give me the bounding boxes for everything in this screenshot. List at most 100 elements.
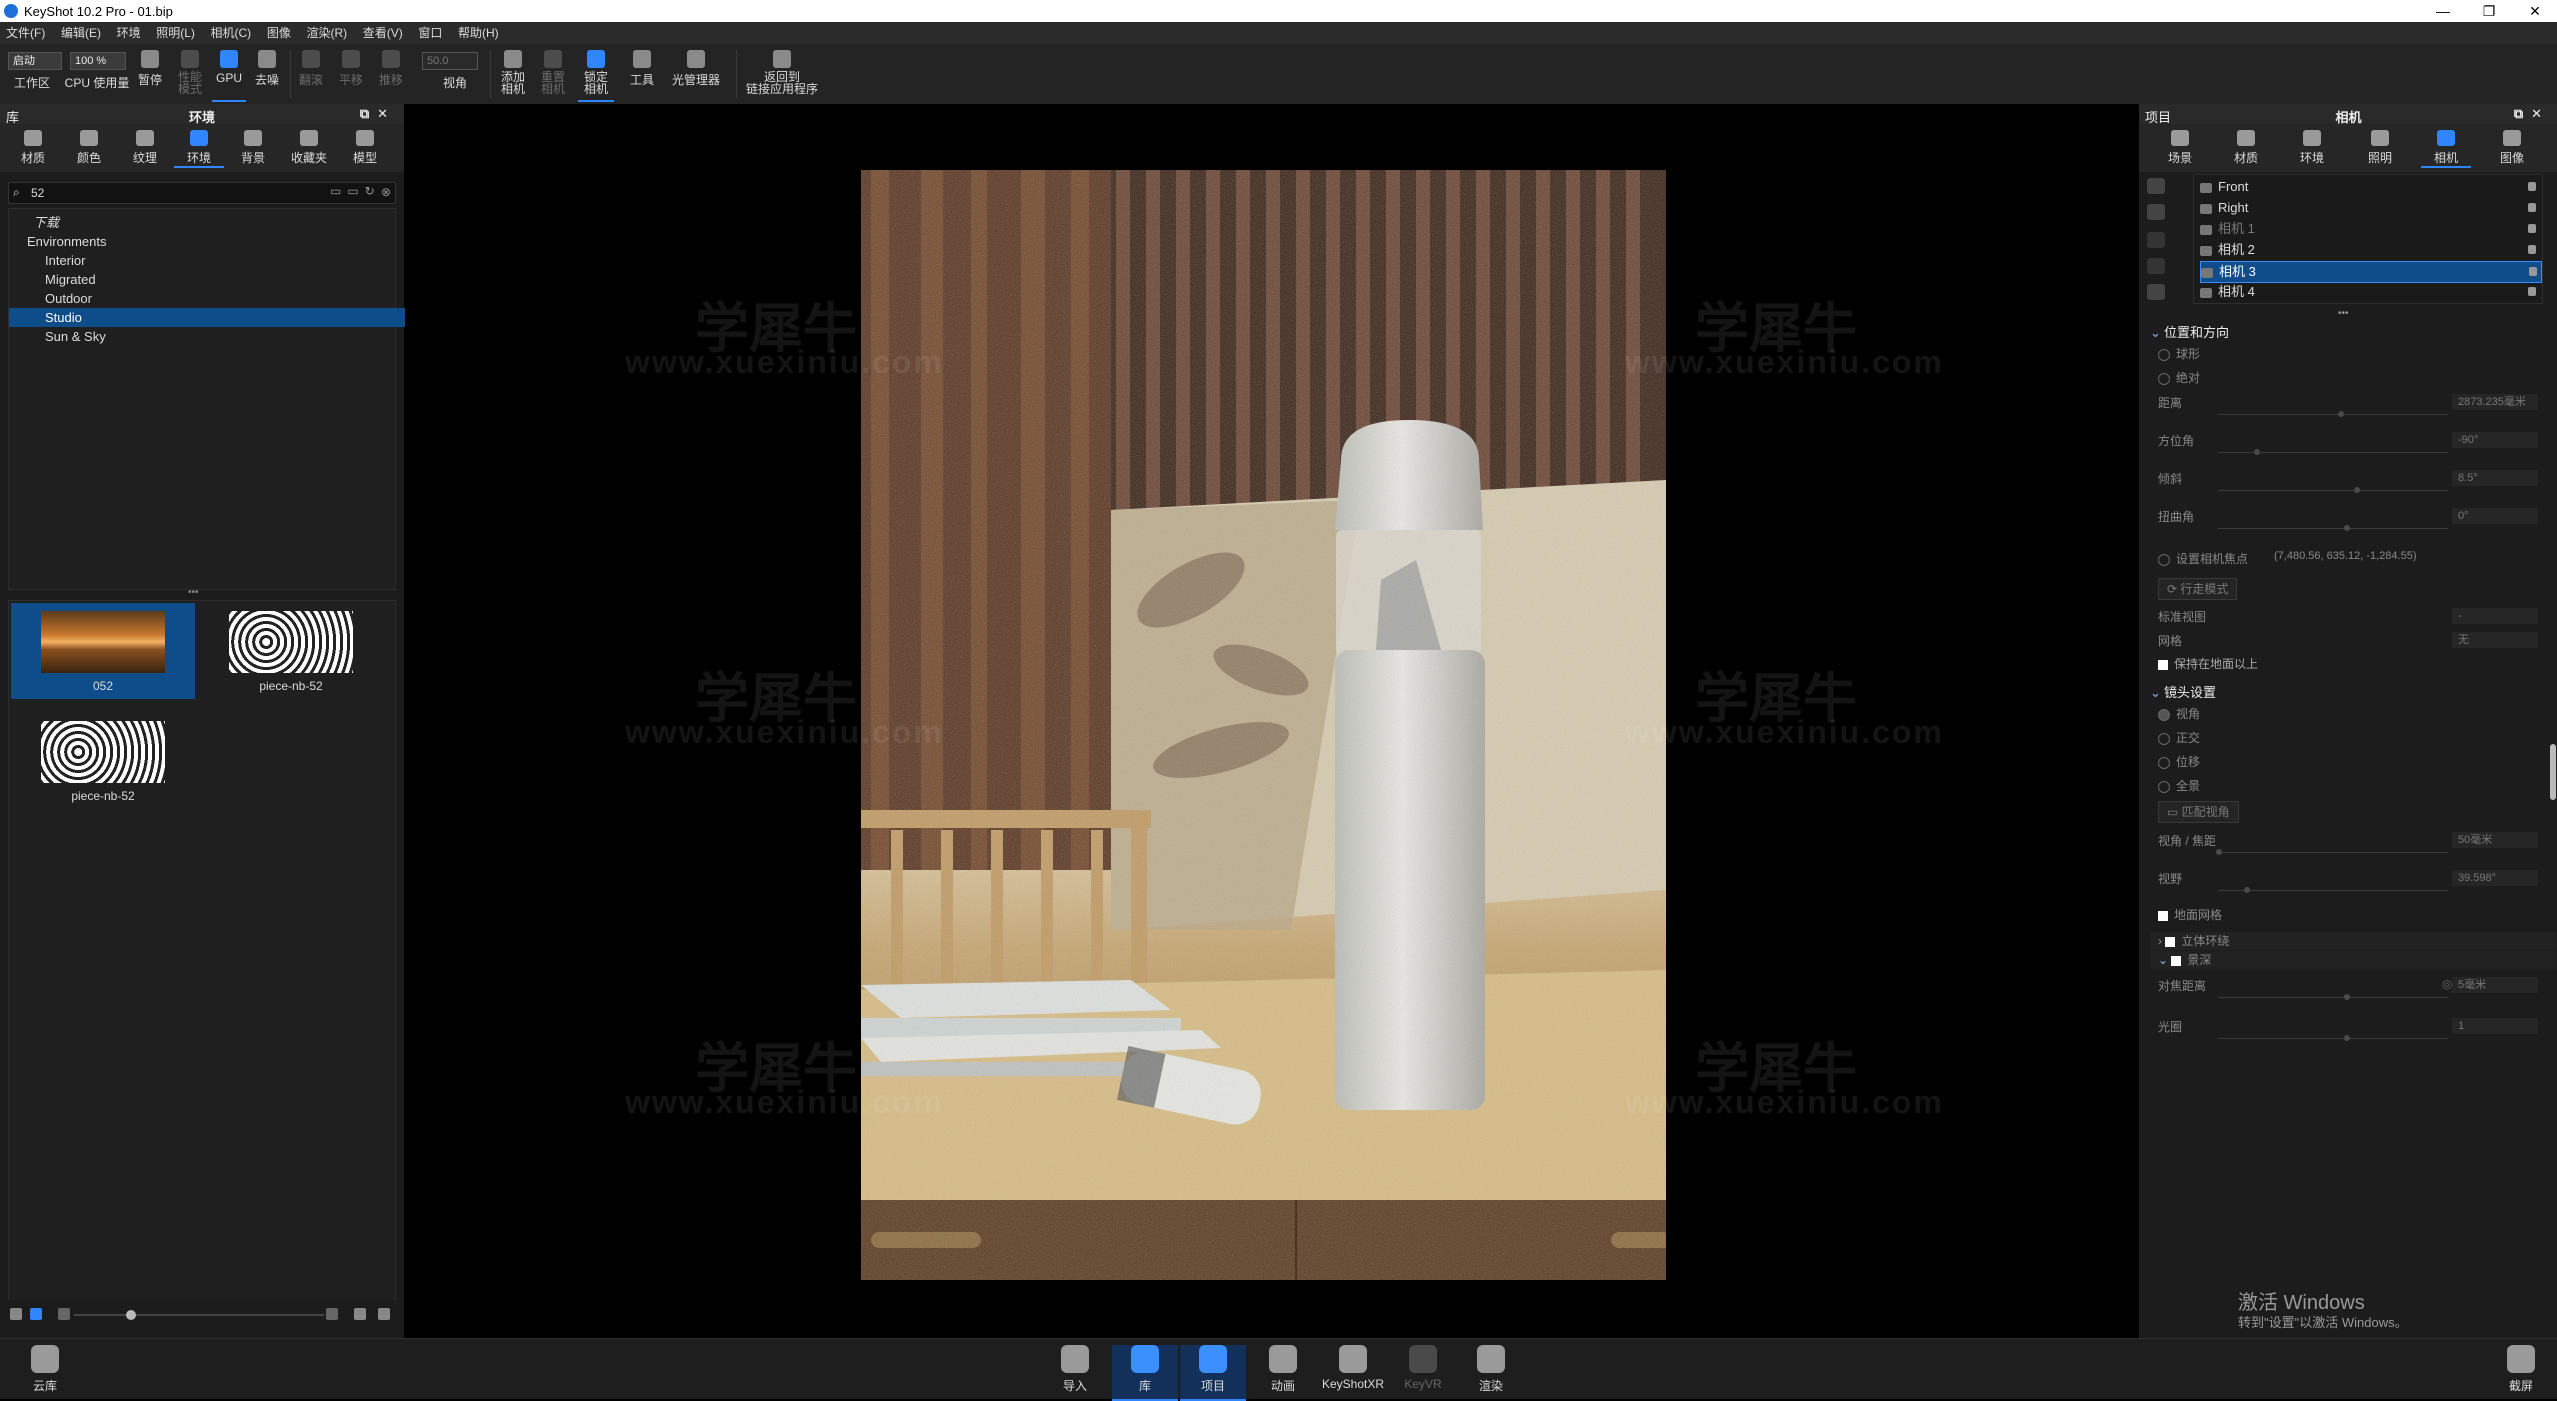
tab-image[interactable]: 图像 (2487, 128, 2537, 166)
light-manager-button[interactable]: 光管理器 (666, 48, 726, 100)
pan-button[interactable]: 平移 (334, 48, 368, 100)
maximize-button[interactable]: ❐ (2466, 0, 2512, 22)
camera-delete-icon[interactable] (2147, 232, 2165, 248)
aperture-field[interactable]: 1 (2452, 1018, 2538, 1034)
tree-node-interior[interactable]: Interior (9, 251, 431, 270)
slider-knob[interactable] (2344, 994, 2350, 1000)
gpu-button[interactable]: GPU (212, 48, 246, 102)
tree-node-environments[interactable]: Environments (9, 232, 413, 251)
zoom-out-icon[interactable] (58, 1308, 70, 1320)
thumbnail-piece-nb-52[interactable]: piece-nb-52 (11, 713, 195, 809)
camera-item-3[interactable]: 相机 3 (2200, 261, 2542, 283)
walk-mode-button[interactable]: ⟳ 行走模式 (2158, 578, 2238, 600)
camera-item-front[interactable]: Front (2200, 177, 2540, 197)
slider-knob[interactable] (2216, 849, 2222, 855)
distance-field[interactable]: 2873.235毫米 (2452, 394, 2538, 410)
tab-materials[interactable]: 材质 (8, 128, 58, 166)
slider-knob[interactable] (2338, 411, 2344, 417)
tab-colors[interactable]: 颜色 (64, 128, 114, 166)
tools-button[interactable]: 工具 (624, 48, 660, 100)
focal-length-field[interactable]: 50毫米 (2452, 832, 2538, 848)
menu-render[interactable]: 渲染(R) (300, 22, 353, 44)
azimuth-slider[interactable] (2218, 452, 2448, 453)
cpu-usage-select[interactable]: 100 % (70, 52, 126, 70)
tab-materials[interactable]: 材质 (2221, 128, 2271, 166)
keyvr-button[interactable]: KeyVR (1390, 1345, 1456, 1391)
menu-lighting[interactable]: 照明(L) (150, 22, 201, 44)
slider-knob[interactable] (126, 1310, 136, 1320)
tab-backgrounds[interactable]: 背景 (228, 128, 278, 166)
azimuth-field[interactable]: -90° (2452, 432, 2538, 448)
thumbnail-size-slider[interactable] (74, 1310, 324, 1320)
field-of-view-slider[interactable] (2218, 890, 2448, 891)
radio-panoramic[interactable]: 全景 (2158, 777, 2548, 795)
radio-orthographic[interactable]: 正交 (2158, 729, 2548, 747)
radio-icon[interactable] (2158, 553, 2170, 566)
camera-item-2[interactable]: 相机 2 (2200, 240, 2540, 260)
upload-icon[interactable] (354, 1308, 366, 1320)
distance-slider[interactable] (2218, 414, 2448, 415)
tab-scene[interactable]: 场景 (2155, 128, 2205, 166)
focus-distance-field[interactable]: 5毫米 (2452, 977, 2538, 993)
tree-node-sun-sky[interactable]: Sun & Sky (9, 327, 431, 346)
slider-knob[interactable] (2244, 887, 2250, 893)
lock-icon[interactable] (2528, 224, 2536, 233)
radio-shift[interactable]: 位移 (2158, 753, 2548, 771)
lock-camera-button[interactable]: 锁定 相机 (578, 48, 614, 102)
panel-scrollbar[interactable] (2550, 744, 2556, 800)
menu-camera[interactable]: 相机(C) (205, 22, 258, 44)
zoom-in-icon[interactable] (326, 1308, 338, 1320)
keep-above-ground-checkbox[interactable]: 保持在地面以上 (2158, 655, 2548, 673)
tree-node-studio[interactable]: Studio (9, 308, 431, 327)
return-to-linked-app-button[interactable]: 返回到 链接应用程序 (742, 48, 822, 100)
lock-icon[interactable] (2529, 267, 2537, 276)
tab-environments[interactable]: 环境 (174, 128, 224, 168)
minimize-button[interactable]: — (2420, 0, 2466, 22)
menu-file[interactable]: 文件(F) (0, 22, 51, 44)
thumbnail-052[interactable]: 052 (11, 603, 195, 699)
denoise-button[interactable]: 去噪 (250, 48, 284, 100)
tree-node-outdoor[interactable]: Outdoor (9, 289, 431, 308)
slider-knob[interactable] (2344, 1035, 2350, 1041)
render-button[interactable]: 渲染 (1458, 1345, 1524, 1394)
reset-camera-button[interactable]: 重置 相机 (536, 48, 570, 100)
slider-knob[interactable] (2354, 487, 2360, 493)
camera-add-icon[interactable] (2147, 178, 2165, 194)
menu-help[interactable]: 帮助(H) (452, 22, 505, 44)
panel-window-controls[interactable]: ⧉✕ (360, 106, 396, 122)
project-button[interactable]: 项目 (1180, 1345, 1246, 1401)
camera-save-icon[interactable] (2147, 284, 2165, 300)
animation-button[interactable]: 动画 (1250, 1345, 1316, 1394)
camera-item-4[interactable]: 相机 4 (2200, 282, 2540, 302)
tumble-button[interactable]: 翻滚 (294, 48, 328, 100)
aperture-slider[interactable] (2218, 1038, 2448, 1039)
screenshot-button[interactable]: 截屏 (2488, 1345, 2554, 1394)
target-icon[interactable]: ◎ (2442, 977, 2452, 991)
ground-grid-checkbox[interactable]: 地面网格 (2158, 906, 2548, 924)
camera-item-right[interactable]: Right (2200, 198, 2540, 218)
standard-view-select[interactable]: - (2452, 608, 2538, 624)
add-camera-button[interactable]: 添加 相机 (496, 48, 530, 100)
import-button[interactable]: 导入 (1042, 1345, 1108, 1394)
workspace-select[interactable]: 启动 (8, 52, 62, 70)
keyshotxr-button[interactable]: KeyShotXR (1318, 1345, 1388, 1391)
menu-edit[interactable]: 编辑(E) (55, 22, 107, 44)
lock-icon[interactable] (2528, 245, 2536, 254)
grid-view-icon[interactable] (30, 1308, 42, 1320)
tab-environment[interactable]: 环境 (2287, 128, 2337, 166)
slider-knob[interactable] (2254, 449, 2260, 455)
menu-environment[interactable]: 环境 (111, 22, 147, 44)
render-viewport[interactable]: 学犀牛 www.xuexiniu.com 学犀牛 www.xuexiniu.co… (405, 104, 2137, 1338)
folder-icon[interactable] (378, 1308, 390, 1320)
camera-refresh-icon[interactable] (2147, 258, 2165, 274)
close-button[interactable]: ✕ (2512, 0, 2557, 22)
splitter-handle[interactable]: ••• (2338, 308, 2349, 319)
tree-node-downloads[interactable]: 下载 (9, 213, 419, 232)
tab-models[interactable]: 模型 (340, 128, 390, 166)
depth-of-field-checkbox[interactable]: ⌄ 景深 (2150, 951, 2556, 969)
tree-node-migrated[interactable]: Migrated (9, 270, 431, 289)
radio-absolute[interactable]: 绝对 (2158, 369, 2548, 387)
menu-window[interactable]: 窗口 (412, 22, 448, 44)
menu-image[interactable]: 图像 (261, 22, 297, 44)
slider-knob[interactable] (2344, 525, 2350, 531)
